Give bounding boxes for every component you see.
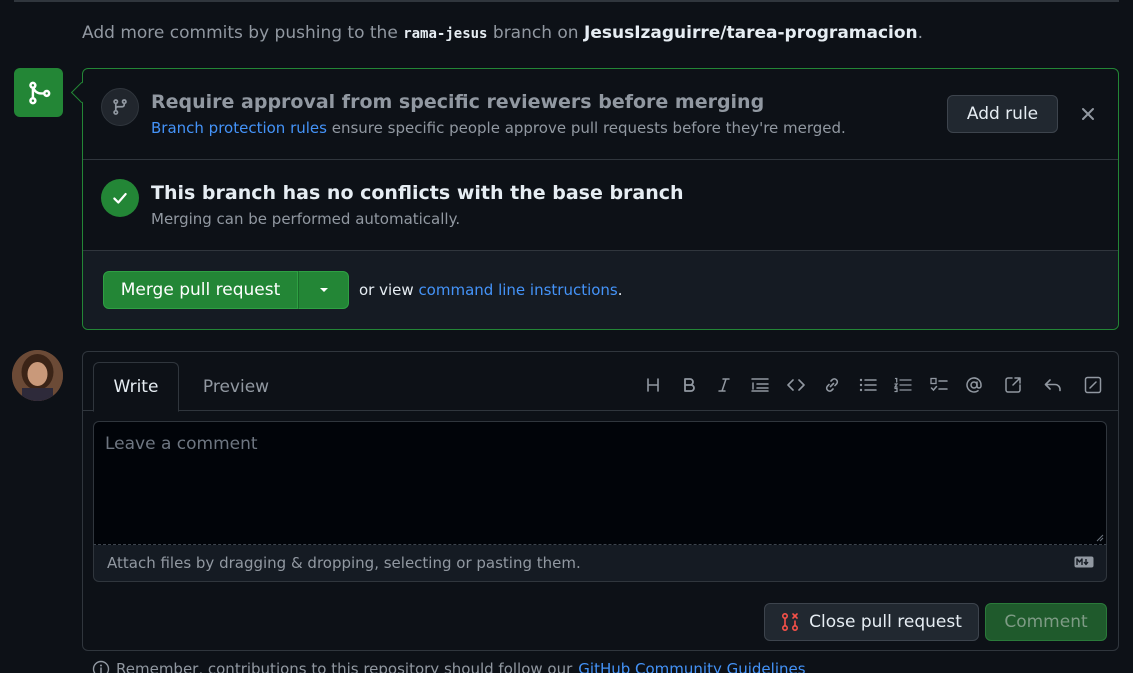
- repo-name[interactable]: JesusIzaguirre/tarea-programacion: [584, 23, 918, 43]
- code-icon[interactable]: [785, 374, 807, 396]
- merge-action-section: Merge pull request or view command line …: [83, 251, 1118, 329]
- footer-note: Remember, contributions to this reposito…: [92, 660, 806, 673]
- push-message-suffix: .: [917, 23, 924, 43]
- close-pull-request-button[interactable]: Close pull request: [764, 603, 979, 641]
- footer-text: Remember, contributions to this reposito…: [116, 660, 573, 673]
- reviewers-subtitle: Branch protection rules ensure specific …: [151, 119, 846, 137]
- merge-button-group: Merge pull request: [103, 271, 349, 309]
- git-merge-icon: [14, 68, 63, 117]
- reviewers-text: ensure specific people approve pull requ…: [331, 119, 846, 137]
- push-message: Add more commits by pushing to the rama-…: [82, 23, 923, 43]
- timeline-divider: [14, 0, 1119, 2]
- conflicts-subtitle: Merging can be performed automatically.: [151, 210, 461, 228]
- close-pull-request-label: Close pull request: [809, 612, 962, 632]
- task-list-icon[interactable]: [928, 374, 950, 396]
- tab-preview[interactable]: Preview: [193, 362, 279, 412]
- push-message-prefix: Add more commits by pushing to the: [82, 23, 398, 43]
- add-rule-button[interactable]: Add rule: [947, 95, 1058, 133]
- comment-form: Write Preview Leave a comment Attach fil…: [82, 351, 1119, 651]
- push-message-middle: branch on: [492, 23, 579, 43]
- bold-icon[interactable]: [678, 374, 700, 396]
- branch-protection-link[interactable]: Branch protection rules: [151, 119, 327, 137]
- ordered-list-icon[interactable]: [892, 374, 914, 396]
- caret-down-icon: [319, 288, 328, 292]
- git-pull-request-closed-icon: [782, 612, 799, 632]
- branch-name[interactable]: rama-jesus: [403, 26, 487, 42]
- attach-files-bar[interactable]: Attach files by dragging & dropping, sel…: [93, 545, 1107, 582]
- reviewers-section: Require approval from specific reviewers…: [83, 69, 1118, 160]
- comment-button[interactable]: Comment: [985, 603, 1107, 641]
- fullscreen-icon[interactable]: [1082, 374, 1104, 396]
- comment-tabbar: Write Preview: [83, 352, 1118, 412]
- close-icon[interactable]: [1078, 104, 1098, 124]
- attach-files-text: Attach files by dragging & dropping, sel…: [107, 554, 581, 572]
- markdown-icon[interactable]: [1074, 556, 1094, 568]
- cross-reference-icon[interactable]: [1002, 374, 1024, 396]
- comment-placeholder: Leave a comment: [105, 434, 258, 454]
- heading-icon[interactable]: [642, 374, 664, 396]
- or-view-text: or view command line instructions.: [359, 281, 623, 299]
- merge-options-dropdown[interactable]: [298, 271, 349, 309]
- or-view-label: or view: [359, 281, 414, 299]
- italic-icon[interactable]: [713, 374, 735, 396]
- tab-write[interactable]: Write: [93, 362, 179, 412]
- conflicts-title: This branch has no conflicts with the ba…: [151, 182, 684, 204]
- conflicts-section: This branch has no conflicts with the ba…: [83, 160, 1118, 251]
- resize-handle-icon[interactable]: [1096, 534, 1104, 542]
- reply-icon[interactable]: [1042, 374, 1064, 396]
- merge-pull-request-button[interactable]: Merge pull request: [103, 271, 298, 309]
- link-icon[interactable]: [821, 374, 843, 396]
- or-view-period: .: [617, 281, 623, 299]
- info-icon: [92, 660, 110, 673]
- comment-textarea[interactable]: Leave a comment: [93, 421, 1107, 545]
- unordered-list-icon[interactable]: [857, 374, 879, 396]
- merge-box: Require approval from specific reviewers…: [82, 68, 1119, 330]
- command-line-instructions-link[interactable]: command line instructions: [418, 281, 617, 299]
- avatar[interactable]: [12, 350, 63, 401]
- reviewers-title: Require approval from specific reviewers…: [151, 91, 765, 113]
- check-icon: [101, 179, 139, 217]
- git-branch-icon: [101, 88, 139, 126]
- community-guidelines-link[interactable]: GitHub Community Guidelines: [578, 660, 805, 673]
- mention-icon[interactable]: [963, 374, 985, 396]
- quote-icon[interactable]: [749, 374, 771, 396]
